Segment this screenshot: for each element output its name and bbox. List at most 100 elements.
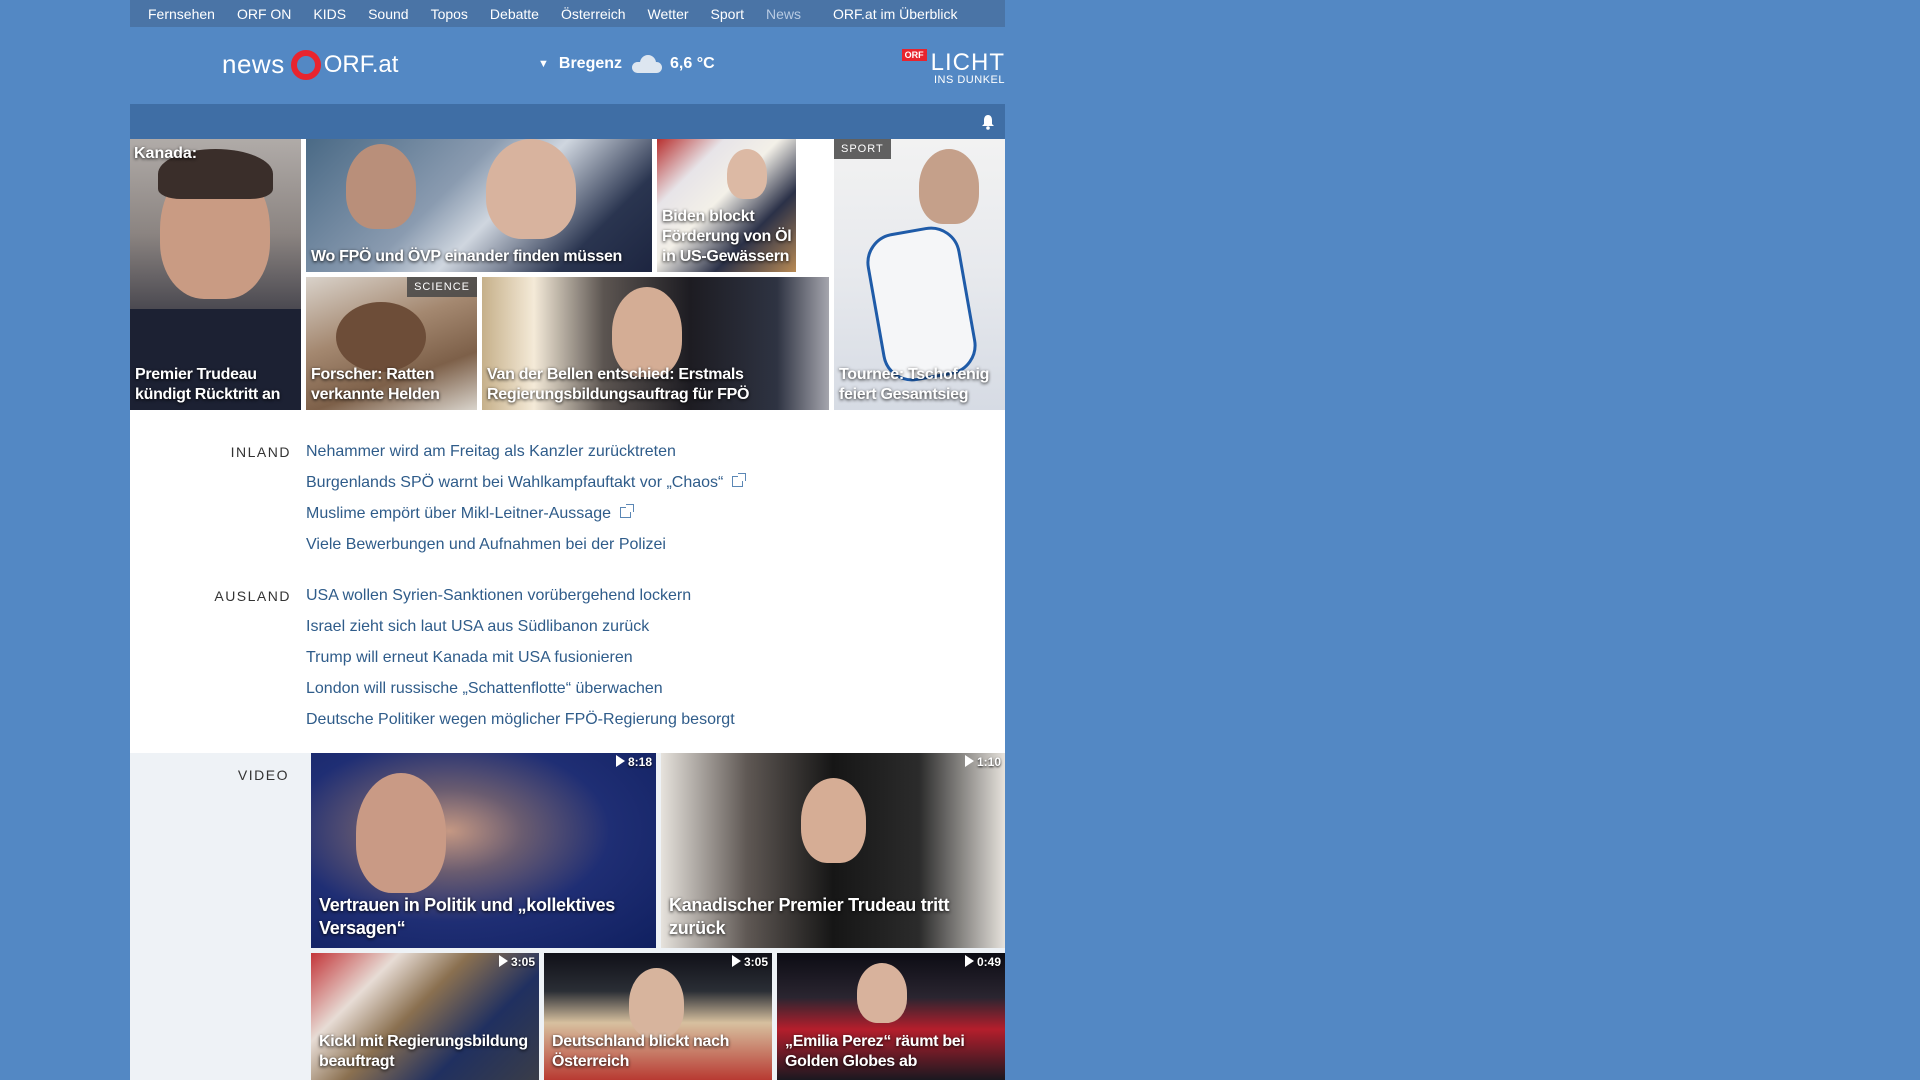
nav-item-oesterreich[interactable]: Österreich (561, 6, 626, 22)
video-duration-2: 3:05 (498, 955, 535, 969)
inland-link-0[interactable]: Nehammer wird am Freitag als Kanzler zur… (306, 436, 743, 467)
inland-list: Nehammer wird am Freitag als Kanzler zur… (306, 436, 747, 560)
teaser-ratten-caption: Forscher: Ratten verkannte Helden (311, 366, 440, 403)
video-duration-3-text: 3:05 (743, 955, 768, 969)
video-caption-2: Kickl mit Regierungsbildung beauftragt (319, 1033, 528, 1070)
ausland-link-3[interactable]: London will russische „Schattenflotte“ ü… (306, 673, 735, 704)
teaser-biden-caption: Biden blockt Förderung von Öl in US-Gewä… (662, 208, 792, 265)
photo-rat (336, 302, 426, 372)
video-caption-0: Vertrauen in Politik und „kollektives Ve… (319, 895, 615, 938)
nav-item-orf-on[interactable]: ORF ON (237, 6, 291, 22)
nav-item-sport[interactable]: Sport (711, 6, 744, 22)
site-header: news ORF.at ▼ Bregenz 6,6 °C ORF LICHT IN… (130, 27, 1005, 104)
nav-item-overview[interactable]: ORF.at im Überblick (833, 6, 957, 22)
inland-label: INLAND (230, 444, 291, 460)
sub-bar (130, 104, 1005, 139)
licht-title: LICHT (930, 49, 1005, 76)
video-duration-0: 8:18 (615, 755, 652, 769)
teaser-sport-caption: Tournee: Tschofenig feiert Gesamtsieg (839, 366, 990, 403)
inland-link-3[interactable]: Viele Bewerbungen und Aufnahmen bei der … (306, 529, 743, 560)
weather-cloud-icon (630, 55, 664, 73)
teaser-trudeau-caption: Premier Trudeau kündigt Rücktritt an (135, 366, 281, 403)
video-label: VIDEO (237, 767, 289, 783)
weather-location: Bregenz (558, 55, 623, 72)
video-duration-2-text: 3:05 (510, 955, 535, 969)
video-tile-4[interactable]: 0:49 „Emilia Perez“ räumt bei Golden Glo… (777, 953, 1005, 1080)
weather-widget[interactable]: ▼ Bregenz 6,6 °C (538, 55, 715, 73)
news-orf-logo[interactable]: news ORF.at (222, 49, 398, 80)
teaser-sport-tag: SPORT (834, 139, 891, 159)
play-icon (964, 955, 974, 967)
ausland-link-1[interactable]: Israel zieht sich laut USA aus Südlibano… (306, 611, 735, 642)
nav-item-sound[interactable]: Sound (368, 6, 408, 22)
teaser-vdb-caption: Van der Bellen entschied: Erstmals Regie… (487, 366, 750, 403)
ausland-label: AUSLAND (214, 588, 291, 604)
logo-orfat-text: ORF.at (323, 50, 399, 78)
video-duration-0-text: 8:18 (627, 755, 652, 769)
weather-temperature: 6,6 °C (670, 55, 715, 72)
inland-link-1-text: Burgenlands SPÖ warnt bei Wahlkampfaufta… (306, 474, 724, 491)
external-link-icon (620, 504, 634, 518)
play-icon (964, 755, 974, 767)
teaser-fpo-oevp[interactable]: Wo FPÖ und ÖVP einander finden müssen (306, 139, 652, 272)
orf-ring-icon (290, 49, 321, 80)
video-duration-3: 3:05 (731, 955, 768, 969)
photo-face (857, 963, 907, 1023)
video-tile-3[interactable]: 3:05 Deutschland blickt nach Österreich (544, 953, 772, 1080)
nav-item-news[interactable]: News (766, 6, 801, 22)
play-icon (615, 755, 625, 767)
bell-icon[interactable] (981, 114, 995, 130)
main-content: Kanada: Premier Trudeau kündigt Rücktrit… (130, 139, 1005, 1080)
play-icon (498, 955, 508, 967)
video-section: VIDEO 8:18 Vertrauen in Politik und „kol… (130, 753, 1005, 1080)
teaser-sport-tschofenig[interactable]: SPORT Tournee: Tschofenig feiert Gesamts… (834, 139, 1005, 410)
video-tile-1[interactable]: 1:10 Kanadischer Premier Trudeau tritt z… (661, 753, 1005, 948)
top-navigation: Fernsehen ORF ON KIDS Sound Topos Debatt… (130, 0, 1005, 27)
video-duration-1: 1:10 (964, 755, 1001, 769)
page: Fernsehen ORF ON KIDS Sound Topos Debatt… (130, 0, 1005, 1080)
video-duration-4: 0:49 (964, 955, 1001, 969)
triangle-down-icon: ▼ (538, 58, 549, 70)
inland-link-3-text: Viele Bewerbungen und Aufnahmen bei der … (306, 536, 666, 553)
photo-face (919, 149, 979, 224)
video-tile-0[interactable]: 8:18 Vertrauen in Politik und „kollektiv… (311, 753, 656, 948)
external-link-icon (732, 473, 747, 487)
ausland-link-0[interactable]: USA wollen Syrien-Sanktionen vorübergehe… (306, 580, 735, 611)
nav-item-topos[interactable]: Topos (431, 6, 468, 22)
photo-face (727, 149, 767, 199)
ausland-link-2[interactable]: Trump will erneut Kanada mit USA fusioni… (306, 642, 735, 673)
nav-item-wetter[interactable]: Wetter (648, 6, 689, 22)
orf-badge: ORF (901, 49, 927, 61)
teaser-fpo-caption: Wo FPÖ und ÖVP einander finden müssen (311, 248, 623, 265)
video-duration-1-text: 1:10 (976, 755, 1001, 769)
inland-link-0-text: Nehammer wird am Freitag als Kanzler zur… (306, 443, 676, 460)
video-tile-2[interactable]: 3:05 Kickl mit Regierungsbildung beauftr… (311, 953, 539, 1080)
nav-item-kids[interactable]: KIDS (313, 6, 346, 22)
teaser-trudeau[interactable]: Kanada: Premier Trudeau kündigt Rücktrit… (130, 139, 301, 410)
licht-ins-dunkel-logo[interactable]: ORF LICHT INS DUNKEL (901, 49, 1005, 86)
photo-person-right (486, 139, 576, 239)
inland-link-2-text: Muslime empört über Mikl-Leitner-Aussage (306, 505, 611, 522)
photo-face (612, 287, 682, 377)
photo-face (801, 778, 866, 863)
photo-face (356, 773, 446, 893)
teaser-ratten[interactable]: SCIENCE Forscher: Ratten verkannte Helde… (306, 277, 477, 410)
video-caption-3: Deutschland blickt nach Österreich (552, 1033, 730, 1070)
teaser-biden[interactable]: Biden blockt Förderung von Öl in US-Gewä… (657, 139, 796, 272)
video-caption-4: „Emilia Perez“ räumt bei Golden Globes a… (785, 1033, 965, 1070)
teaser-trudeau-kicker: Kanada: (134, 145, 198, 162)
teaser-science-tag: SCIENCE (407, 277, 477, 297)
inland-link-2[interactable]: Muslime empört über Mikl-Leitner-Aussage (306, 498, 743, 529)
photo-face (629, 968, 684, 1038)
teaser-van-der-bellen[interactable]: Van der Bellen entschied: Erstmals Regie… (482, 277, 829, 410)
video-duration-4-text: 0:49 (976, 955, 1001, 969)
video-caption-1: Kanadischer Premier Trudeau tritt zurück (669, 895, 950, 938)
nav-item-debatte[interactable]: Debatte (490, 6, 539, 22)
ausland-list: USA wollen Syrien-Sanktionen vorübergehe… (306, 580, 735, 735)
photo-person-left (346, 144, 416, 229)
photo-suit (861, 221, 982, 387)
inland-link-1[interactable]: Burgenlands SPÖ warnt bei Wahlkampfaufta… (306, 467, 747, 498)
logo-news-text: news (222, 49, 285, 79)
ausland-link-4[interactable]: Deutsche Politiker wegen möglicher FPÖ-R… (306, 704, 735, 735)
nav-item-fernsehen[interactable]: Fernsehen (148, 6, 215, 22)
